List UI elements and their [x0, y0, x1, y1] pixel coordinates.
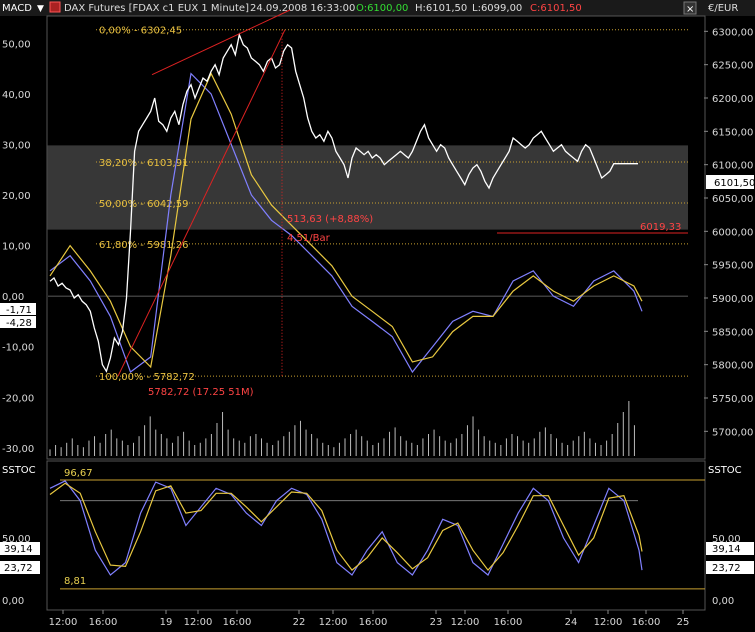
time-tick-label: 12:00: [184, 617, 213, 628]
time-tick-label: 12:00: [319, 617, 348, 628]
fib-label: 100,00% - 5782,72: [99, 372, 195, 383]
last-price-label: 6101,50: [714, 178, 755, 189]
price-tick-label: 5800,00: [712, 361, 753, 372]
ohlc-low: L:6099,00: [472, 3, 522, 14]
macd-axis: 50,00 40,00 30,00 20,00 10,00 0,00 -10,00 -20,0…: [2, 39, 34, 455]
macd-tick-label: -20,00: [2, 393, 34, 404]
macd-tick-label: 10,00: [2, 242, 31, 253]
macd-value-2: -4,28: [6, 318, 32, 329]
time-tick-label: 12:00: [594, 617, 623, 628]
sstoc-value-right-2: 23,72: [712, 563, 741, 574]
sstoc-panel-frame: [46, 460, 706, 611]
time-tick-label: 24: [565, 617, 578, 628]
time-tick-label: 16:00: [223, 617, 252, 628]
ohlc-high: H:6101,50: [415, 3, 467, 14]
time-tick-label: 23: [430, 617, 443, 628]
price-tick-label: 5950,00: [712, 261, 753, 272]
sstoc-tick-label-right: 0,00: [712, 596, 734, 607]
price-tick-label: 6300,00: [712, 27, 753, 38]
currency-label: €/EUR: [708, 3, 738, 14]
sstoc-tick-label-right: 50,00: [712, 534, 741, 545]
chart-window: MACD ▼ DAX Futures [FDAX c1 EUX 1 Minute…: [0, 0, 755, 632]
time-tick-label: 12:00: [49, 617, 78, 628]
time-tick-label: 12:00: [451, 617, 480, 628]
sstoc-label-right: SSTOC: [708, 465, 742, 476]
sstoc-value-right-1: 39,14: [712, 544, 741, 555]
macd-tick-label: 30,00: [2, 140, 31, 151]
sstoc-value-left-1: 39,14: [4, 544, 33, 555]
time-tick-label: 22: [293, 617, 306, 628]
chart-canvas[interactable]: MACD ▼ DAX Futures [FDAX c1 EUX 1 Minute…: [0, 0, 755, 632]
sstoc-tick-label-left: 0,00: [2, 596, 24, 607]
sstoc-level-low: 8,81: [64, 576, 86, 587]
macd-tick-label: -10,00: [2, 343, 34, 354]
chevron-down-icon[interactable]: ▼: [37, 4, 44, 14]
price-axis: 6300,00 6250,00 6200,00 6150,00 6100,00 6050,…: [704, 27, 753, 438]
macd-tick-label: 40,00: [2, 90, 31, 101]
price-tick-label: 5750,00: [712, 394, 753, 405]
time-axis: 12:00 16:00 19 12:00 16:00 22 12:00 16:00 23 12:0…: [49, 610, 690, 628]
sstoc-label-left: SSTOC: [2, 465, 36, 476]
time-tick-label: 16:00: [359, 617, 388, 628]
time-tick-label: 16:00: [632, 617, 661, 628]
time-tick-label: 16:00: [494, 617, 523, 628]
volume-bars: [49, 401, 635, 456]
chart-date: 24.09.2008 16:33:00: [250, 3, 355, 14]
symbol-color-icon: [49, 1, 61, 13]
sstoc-level-high: 96,67: [64, 468, 93, 479]
price-tick-label: 6250,00: [712, 61, 753, 72]
chart-title: DAX Futures [FDAX c1 EUX 1 Minute]: [64, 3, 249, 14]
sstoc-series-line: [49, 480, 643, 576]
macd-tick-label: 50,00: [2, 39, 31, 50]
rate-label: 4,51/Bar: [287, 233, 331, 244]
target-label: 6019,33: [640, 222, 681, 233]
fib-label: 50,00% - 6042,59: [99, 199, 188, 210]
indicator-label: MACD: [2, 3, 32, 14]
time-tick-label: 25: [677, 617, 690, 628]
price-tick-label: 6200,00: [712, 94, 753, 105]
macd-tick-label: 20,00: [2, 191, 31, 202]
macd-value-1: -1,71: [6, 305, 32, 316]
price-tick-label: 5700,00: [712, 427, 753, 438]
macd-tick-label: -30,00: [2, 444, 34, 455]
time-tick-label: 19: [160, 617, 173, 628]
price-tick-label: 6000,00: [712, 227, 753, 238]
sstoc-value-left-2: 23,72: [4, 563, 33, 574]
low-label: 5782,72 (17.25 51M): [148, 387, 254, 398]
macd-tick-label: 0,00: [2, 292, 24, 303]
sstoc-series-line: [49, 482, 643, 572]
ohlc-close: C:6101,50: [530, 3, 582, 14]
sstoc-tick-label-left: 50,00: [2, 534, 31, 545]
price-tick-label: 6150,00: [712, 127, 753, 138]
sstoc-lines: [49, 479, 705, 590]
close-icon[interactable]: ×: [686, 4, 694, 15]
price-tick-label: 6100,00: [712, 161, 753, 172]
price-tick-label: 5850,00: [712, 327, 753, 338]
fib-label: 0,00% - 6302,45: [99, 26, 182, 37]
fib-label: 61,80% - 5981,26: [99, 240, 188, 251]
price-tick-label: 6050,00: [712, 194, 753, 205]
measure-label: 513,63 (+8,88%): [287, 214, 373, 225]
price-panel-frame: [46, 15, 706, 460]
ohlc-open: O:6100,00: [356, 3, 408, 14]
price-tick-label: 5900,00: [712, 294, 753, 305]
time-tick-label: 16:00: [89, 617, 118, 628]
